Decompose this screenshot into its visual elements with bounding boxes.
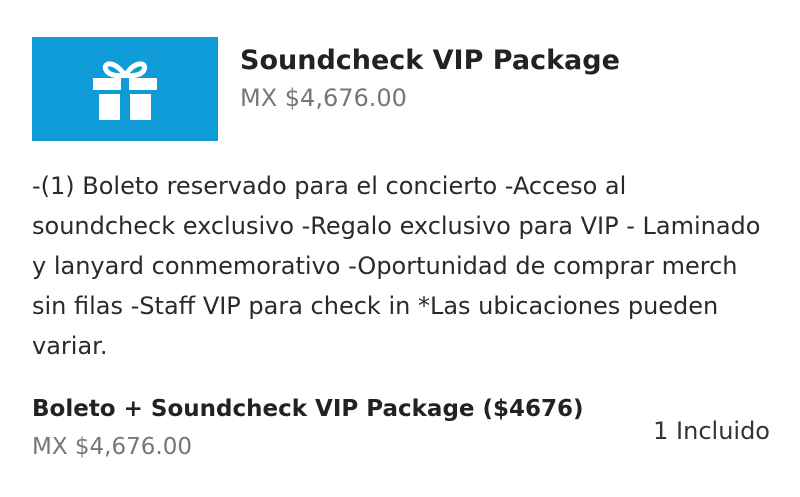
package-header: Soundcheck VIP Package MX $4,676.00 — [32, 37, 620, 141]
package-title: Soundcheck VIP Package — [240, 45, 620, 76]
gift-icon — [93, 61, 157, 120]
package-header-text: Soundcheck VIP Package MX $4,676.00 — [240, 43, 620, 115]
ticket-quantity-label: 1 Incluido — [653, 417, 770, 445]
package-description: -(1) Boleto reservado para el concierto … — [32, 172, 761, 360]
ticket-row: Boleto + Soundcheck VIP Package ($4676) … — [32, 392, 772, 464]
package-card: Soundcheck VIP Package MX $4,676.00 -(1)… — [0, 0, 800, 497]
package-thumbnail — [32, 37, 218, 141]
package-price: MX $4,676.00 — [240, 84, 407, 112]
